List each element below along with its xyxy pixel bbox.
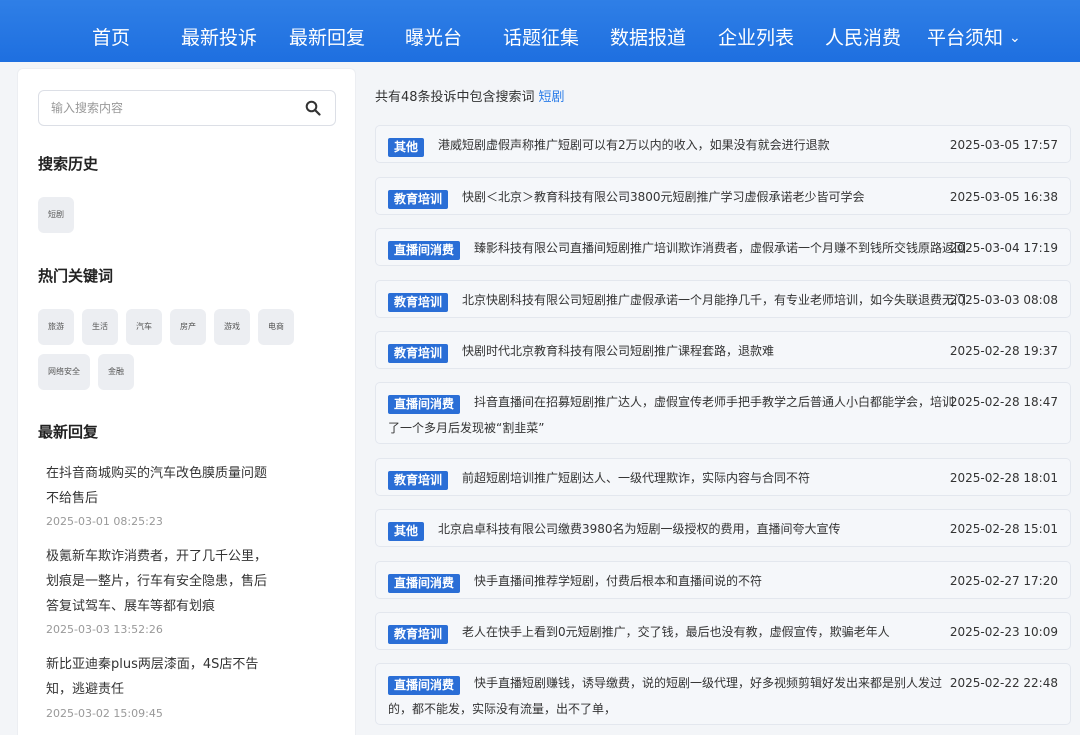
reply-item[interactable]: 极氪新车欺诈消费者，开了几千公里，划痕是一整片，行车有安全隐患，售后答复试驾车、…	[46, 544, 271, 619]
category-badge: 其他	[388, 522, 425, 541]
complaint-title[interactable]: 快手直播短剧赚钱，诱导缴费，说的短剧一级代理，好多视频剪辑好发出来都是别人发过的…	[388, 670, 956, 722]
search-keyword-link[interactable]: 短剧	[539, 90, 565, 105]
complaint-row[interactable]: 教育培训 北京快剧科技有限公司短剧推广虚假承诺一个月能挣几千，有专业老师培训，如…	[375, 280, 1071, 318]
search-box	[38, 90, 336, 126]
category-badge: 教育培训	[388, 625, 449, 644]
complaint-row[interactable]: 直播间消费 抖音直播间在招募短剧推广达人，虚假宣传老师手把手教学之后普通人小白都…	[375, 382, 1071, 444]
complaint-time: 2025-03-05 16:38	[949, 190, 1058, 204]
complaint-row[interactable]: 直播间消费 快手直播短剧赚钱，诱导缴费，说的短剧一级代理，好多视频剪辑好发出来都…	[375, 663, 1071, 725]
complaint-title[interactable]: 抖音直播间在招募短剧推广达人，虚假宣传老师手把手教学之后普通人小白都能学会，培训…	[388, 389, 956, 441]
complaint-title[interactable]: 臻影科技有限公司直播间短剧推广培训欺诈消费者，虚假承诺一个月赚不到钱所交钱原路返…	[474, 234, 966, 262]
category-badge: 直播间消费	[388, 241, 461, 260]
nav-platform-notice[interactable]: 平台须知 ⌄	[927, 24, 1021, 52]
nav-topics[interactable]: 话题征集	[503, 24, 579, 52]
complaint-title[interactable]: 北京快剧科技有限公司短剧推广虚假承诺一个月能挣几千，有专业老师培训，如今失联退费…	[462, 286, 966, 314]
hot-keyword-tag[interactable]: 游戏	[214, 309, 250, 345]
reply-time: 2025-03-02 15:09:45	[46, 707, 163, 720]
history-tag[interactable]: 短剧	[38, 197, 74, 233]
reply-item[interactable]: 在抖音商城购买的汽车改色膜质量问题不给售后	[46, 461, 271, 511]
reply-item[interactable]: 新比亚迪秦plus两层漆面，4S店不告知，逃避责任	[46, 652, 271, 702]
category-badge: 教育培训	[388, 344, 449, 363]
chevron-down-icon: ⌄	[1009, 30, 1021, 46]
search-icon[interactable]	[305, 100, 321, 116]
complaint-time: 2025-02-22 22:48	[949, 676, 1058, 690]
nav-exposure[interactable]: 曝光台	[405, 24, 462, 52]
category-badge: 教育培训	[388, 293, 449, 312]
hot-keyword-tag[interactable]: 电商	[258, 309, 294, 345]
search-input[interactable]	[39, 91, 299, 125]
complaint-time: 2025-02-28 18:01	[949, 471, 1058, 485]
complaint-title[interactable]: 快手直播间推荐学短剧，付费后根本和直播间说的不符	[474, 567, 762, 595]
hot-keyword-tag[interactable]: 汽车	[126, 309, 162, 345]
complaint-title[interactable]: 北京启卓科技有限公司缴费3980名为短剧一级授权的费用，直播间夸大宣传	[438, 515, 841, 543]
complaint-row[interactable]: 直播间消费 臻影科技有限公司直播间短剧推广培训欺诈消费者，虚假承诺一个月赚不到钱…	[375, 228, 1071, 266]
reply-time: 2025-03-03 13:52:26	[46, 623, 163, 636]
complaint-row[interactable]: 其他 北京启卓科技有限公司缴费3980名为短剧一级授权的费用，直播间夸大宣传 2…	[375, 509, 1071, 547]
search-history-heading: 搜索历史	[38, 155, 99, 173]
complaint-row[interactable]: 其他 港威短剧虚假声称推广短剧可以有2万以内的收入，如果没有就会进行退款 202…	[375, 125, 1071, 163]
hot-keyword-tag[interactable]: 房产	[170, 309, 206, 345]
complaint-time: 2025-02-27 17:20	[949, 574, 1058, 588]
complaint-row[interactable]: 教育培训 快剧时代北京教育科技有限公司短剧推广课程套路，退款难 2025-02-…	[375, 331, 1071, 369]
nav-company-list[interactable]: 企业列表	[718, 24, 794, 52]
latest-replies-heading: 最新回复	[38, 423, 99, 441]
complaint-title[interactable]: 快剧＜北京＞教育科技有限公司3800元短剧推广学习虚假承诺老少皆可学会	[462, 183, 865, 211]
reply-time: 2025-03-01 08:25:23	[46, 515, 163, 528]
complaint-title[interactable]: 快剧时代北京教育科技有限公司短剧推广课程套路，退款难	[462, 337, 774, 365]
nav-data-reports[interactable]: 数据报道	[610, 24, 686, 52]
complaint-time: 2025-02-28 19:37	[949, 344, 1058, 358]
complaint-title[interactable]: 港威短剧虚假声称推广短剧可以有2万以内的收入，如果没有就会进行退款	[438, 131, 830, 159]
category-badge: 教育培训	[388, 190, 449, 209]
sidebar: 搜索历史 短剧 热门关键词 旅游 生活 汽车 房产 游戏 电商 网络安全 金融 …	[17, 68, 356, 735]
complaint-time: 2025-02-28 15:01	[949, 522, 1058, 536]
nav-platform-notice-label: 平台须知	[927, 27, 1004, 49]
hot-keywords-heading: 热门关键词	[38, 267, 114, 285]
complaint-time: 2025-03-05 17:57	[949, 138, 1058, 152]
complaint-time: 2025-02-23 10:09	[949, 625, 1058, 639]
summary-text: 共有48条投诉中包含搜索词	[375, 90, 535, 105]
nav-latest-complaints[interactable]: 最新投诉	[181, 24, 257, 52]
hot-keyword-tag[interactable]: 网络安全	[38, 354, 90, 390]
complaint-time: 2025-02-28 18:47	[949, 395, 1058, 409]
category-badge: 其他	[388, 138, 425, 157]
category-badge: 直播间消费	[388, 574, 461, 593]
top-navbar: 首页 最新投诉 最新回复 曝光台 话题征集 数据报道 企业列表 人民消费 平台须…	[0, 0, 1080, 62]
complaint-row[interactable]: 直播间消费 快手直播间推荐学短剧，付费后根本和直播间说的不符 2025-02-2…	[375, 561, 1071, 599]
hot-keyword-tag[interactable]: 金融	[98, 354, 134, 390]
nav-home[interactable]: 首页	[92, 24, 130, 52]
category-badge: 教育培训	[388, 471, 449, 490]
hot-keyword-tag[interactable]: 生活	[82, 309, 118, 345]
complaint-row[interactable]: 教育培训 老人在快手上看到0元短剧推广，交了钱，最后也没有教，虚假宣传，欺骗老年…	[375, 612, 1071, 650]
hot-keyword-tag[interactable]: 旅游	[38, 309, 74, 345]
nav-people-consumption[interactable]: 人民消费	[825, 24, 901, 52]
complaint-time: 2025-03-04 17:19	[949, 241, 1058, 255]
complaint-title[interactable]: 前超短剧培训推广短剧达人、一级代理欺诈，实际内容与合同不符	[462, 464, 810, 492]
search-summary: 共有48条投诉中包含搜索词 短剧	[375, 89, 565, 107]
complaint-time: 2025-03-03 08:08	[949, 293, 1058, 307]
nav-latest-replies[interactable]: 最新回复	[289, 24, 365, 52]
complaint-row[interactable]: 教育培训 前超短剧培训推广短剧达人、一级代理欺诈，实际内容与合同不符 2025-…	[375, 458, 1071, 496]
complaint-row[interactable]: 教育培训 快剧＜北京＞教育科技有限公司3800元短剧推广学习虚假承诺老少皆可学会…	[375, 177, 1071, 215]
complaint-title[interactable]: 老人在快手上看到0元短剧推广，交了钱，最后也没有教，虚假宣传，欺骗老年人	[462, 618, 890, 646]
